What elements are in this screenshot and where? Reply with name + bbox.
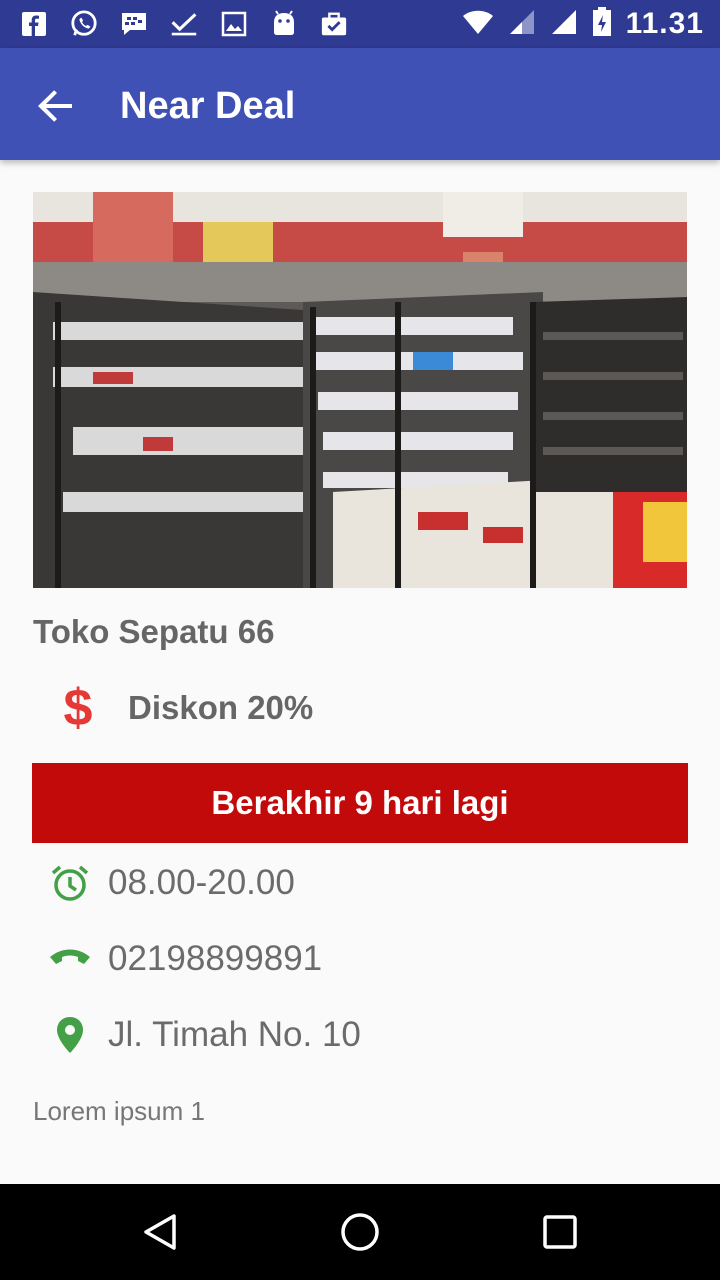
description: Lorem ipsum 1 (33, 1096, 205, 1126)
opening-hours: 08.00-20.00 (108, 863, 295, 902)
phone-row[interactable]: 02198899891 (48, 934, 322, 984)
status-time: 11.31 (625, 7, 704, 40)
address[interactable]: Jl. Timah No. 10 (108, 1015, 361, 1055)
image-icon (220, 10, 248, 38)
phone-icon (48, 937, 92, 981)
navigation-bar (0, 1184, 720, 1280)
location-pin-icon (48, 1013, 92, 1057)
nav-recents-button[interactable] (530, 1202, 590, 1262)
nav-home-button[interactable] (330, 1202, 390, 1262)
discount-row: $ Diskon 20% (60, 678, 314, 738)
store-name: Toko Sepatu 66 (33, 613, 275, 650)
wifi-icon (462, 9, 494, 40)
whatsapp-icon (70, 10, 98, 38)
facebook-icon (20, 10, 48, 38)
check-icon (170, 10, 198, 38)
briefcase-check-icon (320, 10, 348, 38)
store-photo (33, 192, 687, 588)
nav-back-button[interactable] (130, 1202, 190, 1262)
arrow-back-icon (38, 90, 72, 122)
dollar-icon: $ (63, 679, 93, 737)
square-recents-icon (543, 1215, 577, 1249)
battery-icon (592, 6, 612, 42)
alarm-clock-icon (48, 861, 92, 905)
deadline-banner: Berakhir 9 hari lagi (32, 763, 688, 843)
signal-icon (508, 8, 536, 41)
back-button[interactable] (30, 80, 82, 132)
app-bar: Near Deal (0, 48, 720, 160)
signal-icon (550, 8, 578, 41)
android-icon (270, 10, 298, 38)
triangle-back-icon (144, 1214, 176, 1250)
page-title: Near Deal (120, 85, 296, 127)
discount-label: Diskon 20% (128, 689, 314, 726)
circle-home-icon (341, 1213, 379, 1251)
hours-row: 08.00-20.00 (48, 858, 295, 908)
address-row[interactable]: Jl. Timah No. 10 (48, 1010, 361, 1060)
status-bar: 11.31 (0, 0, 720, 48)
bbm-icon (120, 10, 148, 38)
phone-number[interactable]: 02198899891 (108, 939, 322, 979)
